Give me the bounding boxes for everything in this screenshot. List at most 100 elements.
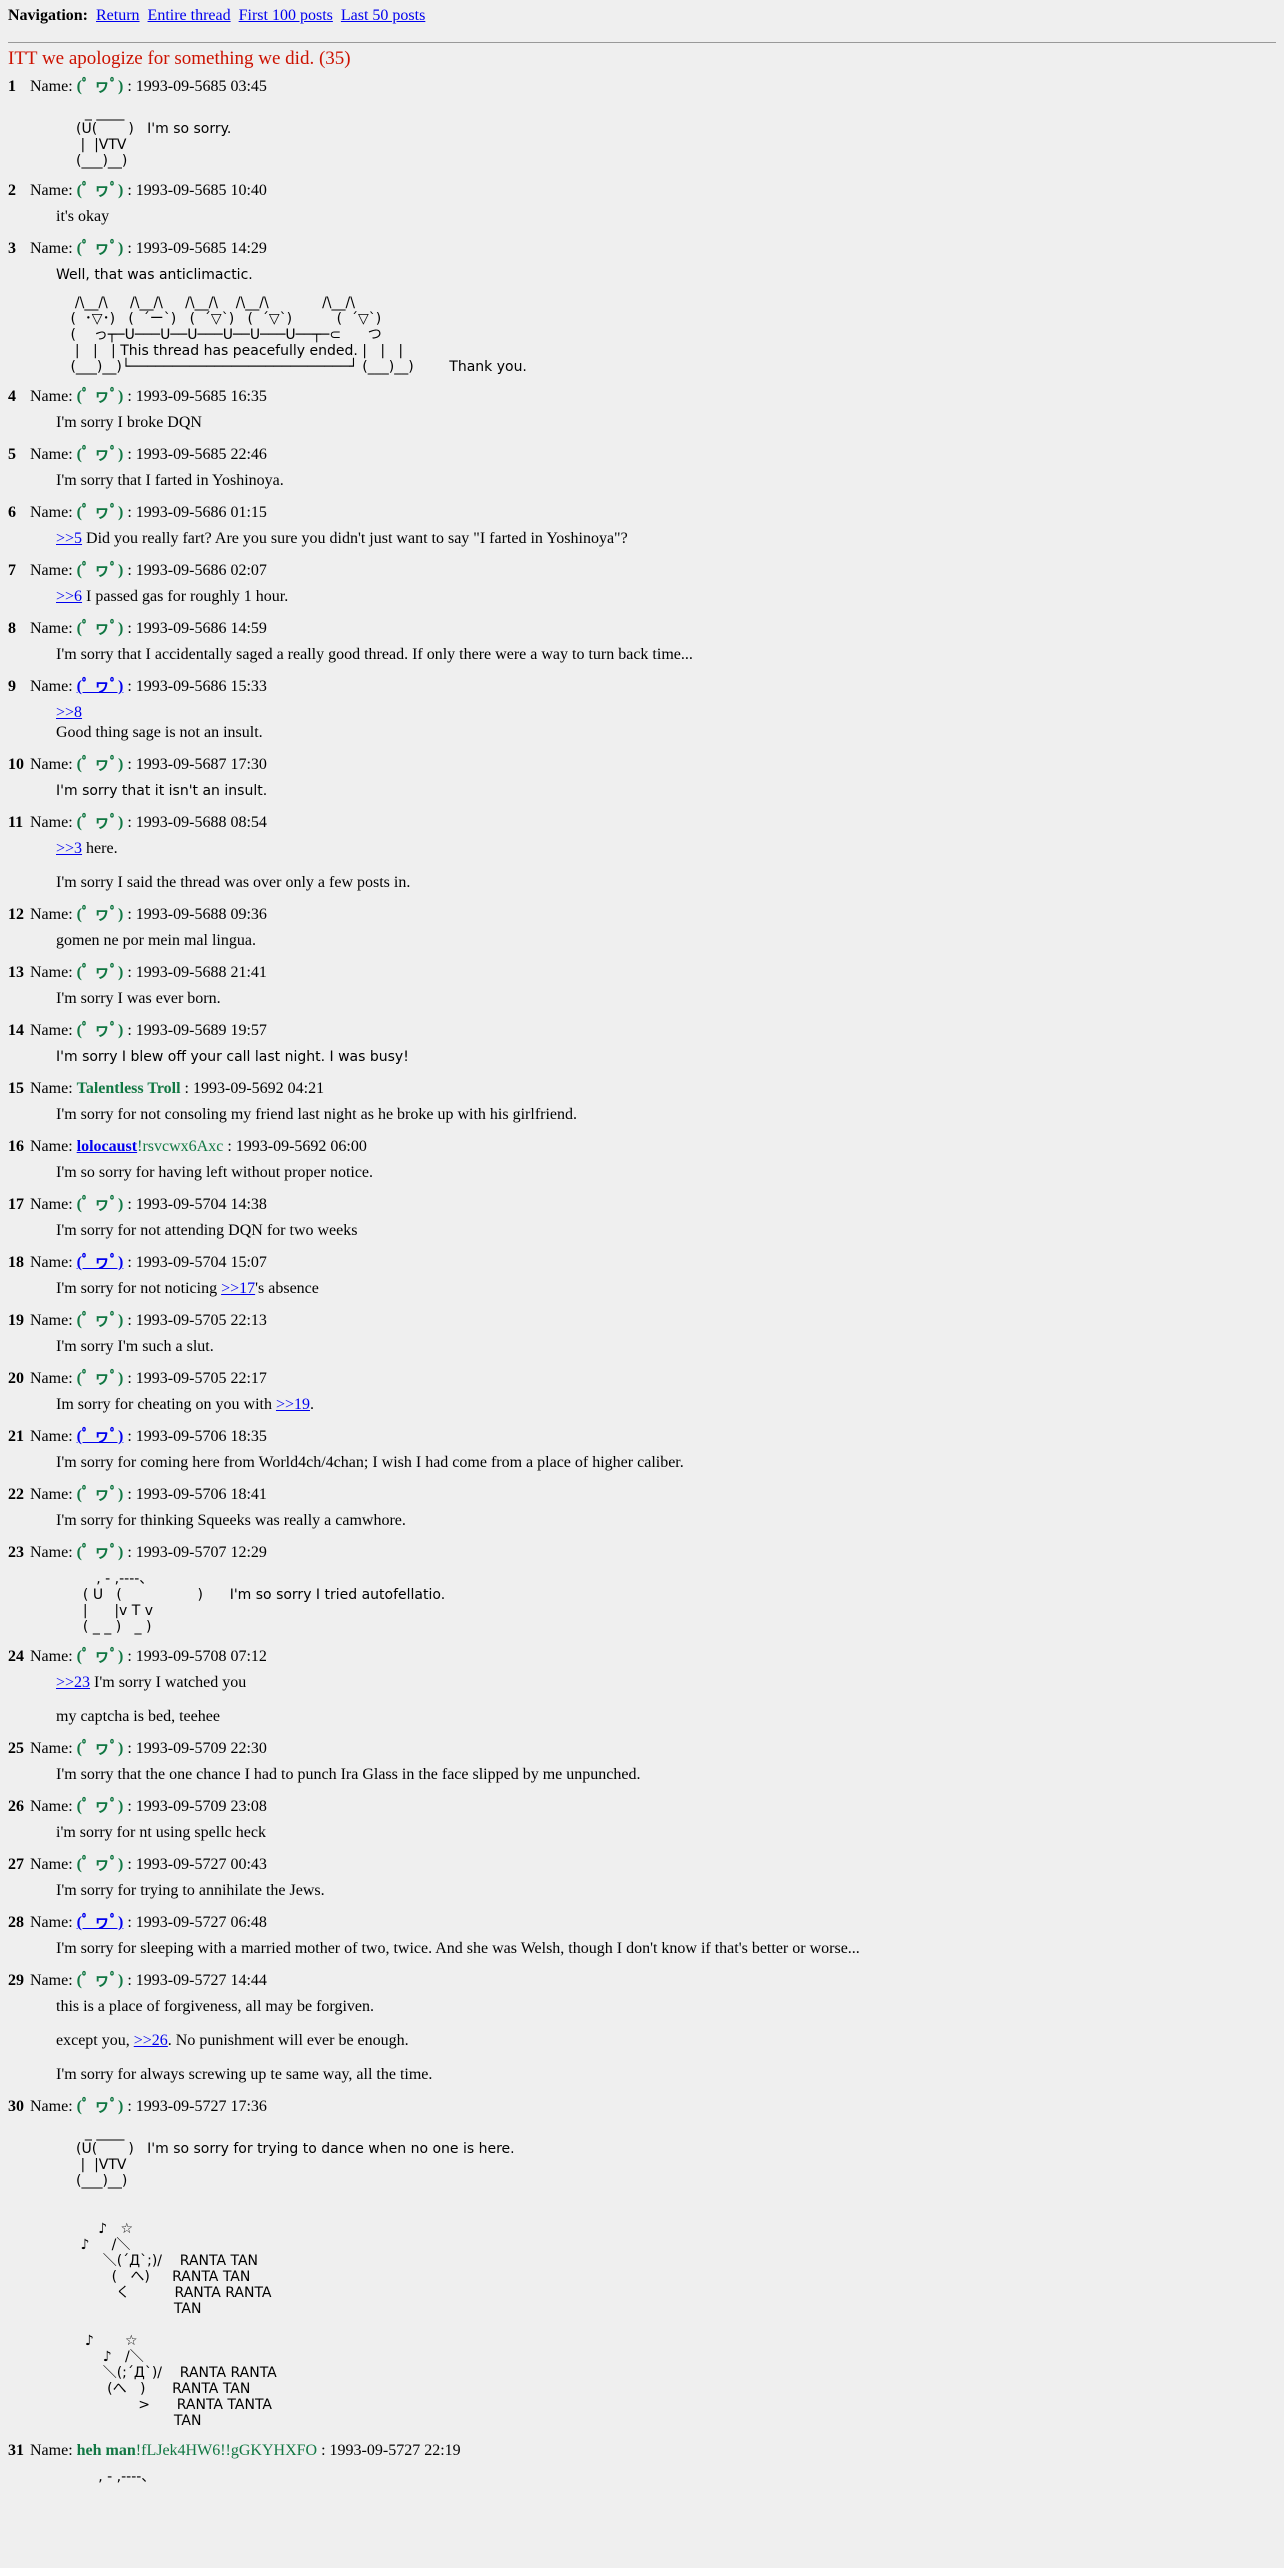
poster-name-link[interactable]: (ﾟ ヮﾟ) [77,1914,124,1931]
post-text-segment: . [310,1396,314,1413]
reply-link[interactable]: >>23 [56,1674,90,1691]
post-number[interactable]: 10 [8,755,26,775]
post-header: 19 Name: (ﾟ ヮﾟ) : 1993-09-5705 22:13 [8,1311,267,1331]
post-text: >>6 I passed gas for roughly 1 hour. [56,587,1276,607]
poster-name: (ﾟ ヮﾟ) [76,620,124,637]
post: 30 Name: (ﾟ ヮﾟ) : 1993-09-5727 17:36 _ _… [8,2097,1276,2429]
post-number[interactable]: 3 [8,239,26,259]
reply-link[interactable]: >>26 [134,2032,168,2049]
post-number[interactable]: 25 [8,1739,26,1759]
post-number[interactable]: 15 [8,1079,26,1099]
post-number[interactable]: 28 [8,1913,26,1933]
post-header: 31 Name: heh man!fLJek4HW6!!gGKYHXFO : 1… [8,2441,461,2461]
post: 10 Name: (ﾟ ヮﾟ) : 1993-09-5687 17:30 I'm … [8,755,1276,801]
post-date: 1993-09-5707 12:29 [135,1544,267,1561]
poster-name-link[interactable]: lolocaust [77,1138,137,1155]
post-number[interactable]: 27 [8,1855,26,1875]
poster-name: (ﾟ ヮﾟ) [76,906,124,923]
post-header: 5 Name: (ﾟ ヮﾟ) : 1993-09-5685 22:46 [8,445,267,465]
reply-link[interactable]: >>19 [276,1396,310,1413]
post-number[interactable]: 13 [8,963,26,983]
post-number[interactable]: 20 [8,1369,26,1389]
post-number[interactable]: 18 [8,1253,26,1273]
post-number[interactable]: 22 [8,1485,26,1505]
tripcode: !fLJek4HW6!!gGKYHXFO [135,2442,318,2459]
post-number[interactable]: 1 [8,77,26,97]
reply-link[interactable]: >>8 [56,704,82,721]
post-body: I'm sorry for not attending DQN for two … [56,1221,1276,1241]
poster-name: (ﾟ ヮﾟ) [76,1370,124,1387]
post-body: , - ,----、 [56,2469,1276,2485]
navigation-label: Navigation: [8,7,88,24]
post-date: 1993-09-5705 22:13 [135,1312,267,1329]
post-number[interactable]: 12 [8,905,26,925]
post-number[interactable]: 8 [8,619,26,639]
post-number[interactable]: 7 [8,561,26,581]
poster-name-link[interactable]: (ﾟ ヮﾟ) [77,1254,124,1271]
post-text: I'm sorry for thinking Squeeks was reall… [56,1512,406,1529]
post-number[interactable]: 23 [8,1543,26,1563]
post-body: I'm sorry for not consoling my friend la… [56,1105,1276,1125]
post-number[interactable]: 21 [8,1427,26,1447]
post: 26 Name: (ﾟ ヮﾟ) : 1993-09-5709 23:08 i'm … [8,1797,1276,1843]
post-text-segment: I passed gas for roughly 1 hour. [82,588,289,605]
post-text: I'm sorry I blew off your call last nigh… [56,1049,409,1065]
tripcode: !rsvcwx6Axc [137,1138,224,1155]
post-number[interactable]: 19 [8,1311,26,1331]
poster-name-link[interactable]: (ﾟ ヮﾟ) [77,1428,124,1445]
post-number[interactable]: 9 [8,677,26,697]
post-header: 18 Name: (ﾟ ヮﾟ) : 1993-09-5704 15:07 [8,1253,267,1273]
post-date: 1993-09-5692 06:00 [235,1138,367,1155]
post-body: I'm sorry I was ever born. [56,989,1276,1009]
post-text: this is a place of forgiveness, all may … [56,1998,374,2015]
post: 14 Name: (ﾟ ヮﾟ) : 1993-09-5689 19:57 I'm … [8,1021,1276,1067]
nav-link-entire-thread[interactable]: Entire thread [148,7,231,24]
post-number[interactable]: 30 [8,2097,26,2117]
post-body: , - ,----、 ( U ( ) I'm so sorry I tried … [56,1571,1276,1635]
reply-link[interactable]: >>17 [221,1280,255,1297]
post-number[interactable]: 14 [8,1021,26,1041]
post-header: 27 Name: (ﾟ ヮﾟ) : 1993-09-5727 00:43 [8,1855,267,1875]
post-number[interactable]: 6 [8,503,26,523]
post: 28 Name: (ﾟ ヮﾟ) : 1993-09-5727 06:48 I'm … [8,1913,1276,1959]
post-text: I'm sorry that the one chance I had to p… [56,1766,641,1783]
post-number[interactable]: 16 [8,1137,26,1157]
reply-link[interactable]: >>6 [56,588,82,605]
post-text: I'm sorry for not consoling my friend la… [56,1106,578,1123]
post-number[interactable]: 29 [8,1971,26,1991]
post-number[interactable]: 5 [8,445,26,465]
post: 29 Name: (ﾟ ヮﾟ) : 1993-09-5727 14:44 this… [8,1971,1276,2085]
post-number[interactable]: 2 [8,181,26,201]
post: 1 Name: (ﾟ ヮﾟ) : 1993-09-5685 03:45 _ __… [8,77,1276,169]
post-number[interactable]: 4 [8,387,26,407]
nav-link-return[interactable]: Return [96,7,140,24]
post-body: I'm sorry I broke DQN [56,413,1276,433]
post-text: >>3 here. [56,839,1276,859]
poster-name: (ﾟ ヮﾟ) [76,1544,124,1561]
post-number[interactable]: 17 [8,1195,26,1215]
post-header: 14 Name: (ﾟ ヮﾟ) : 1993-09-5689 19:57 [8,1021,267,1041]
post-header: 13 Name: (ﾟ ヮﾟ) : 1993-09-5688 21:41 [8,963,267,983]
post-body: gomen ne por mein mal lingua. [56,931,1276,951]
post-date: 1993-09-5685 16:35 [135,388,267,405]
post-text: I'm sorry I'm such a slut. [56,1338,214,1355]
nav-link-last-50[interactable]: Last 50 posts [341,7,425,24]
post: 15 Name: Talentless Troll : 1993-09-5692… [8,1079,1276,1125]
post-header: 16 Name: lolocaust!rsvcwx6Axc : 1993-09-… [8,1137,367,1157]
post-body: I'm sorry I'm such a slut. [56,1337,1276,1357]
nav-link-first-100[interactable]: First 100 posts [239,7,333,24]
post-date: 1993-09-5708 07:12 [135,1648,267,1665]
ascii-art: _ ____ (U( ) I'm so sorry for trying to … [76,2125,515,2429]
post-number[interactable]: 31 [8,2441,26,2461]
poster-name: (ﾟ ヮﾟ) [76,1798,124,1815]
reply-link[interactable]: >>3 [56,840,82,857]
post-text: gomen ne por mein mal lingua. [56,932,256,949]
post-number[interactable]: 24 [8,1647,26,1667]
post-number[interactable]: 11 [8,813,26,833]
post: 22 Name: (ﾟ ヮﾟ) : 1993-09-5706 18:41 I'm … [8,1485,1276,1531]
poster-name-link[interactable]: (ﾟ ヮﾟ) [77,678,124,695]
reply-link[interactable]: >>5 [56,530,82,547]
post-text-segment: Did you really fart? Are you sure you di… [82,530,628,547]
post-date: 1993-09-5687 17:30 [135,756,267,773]
post-number[interactable]: 26 [8,1797,26,1817]
